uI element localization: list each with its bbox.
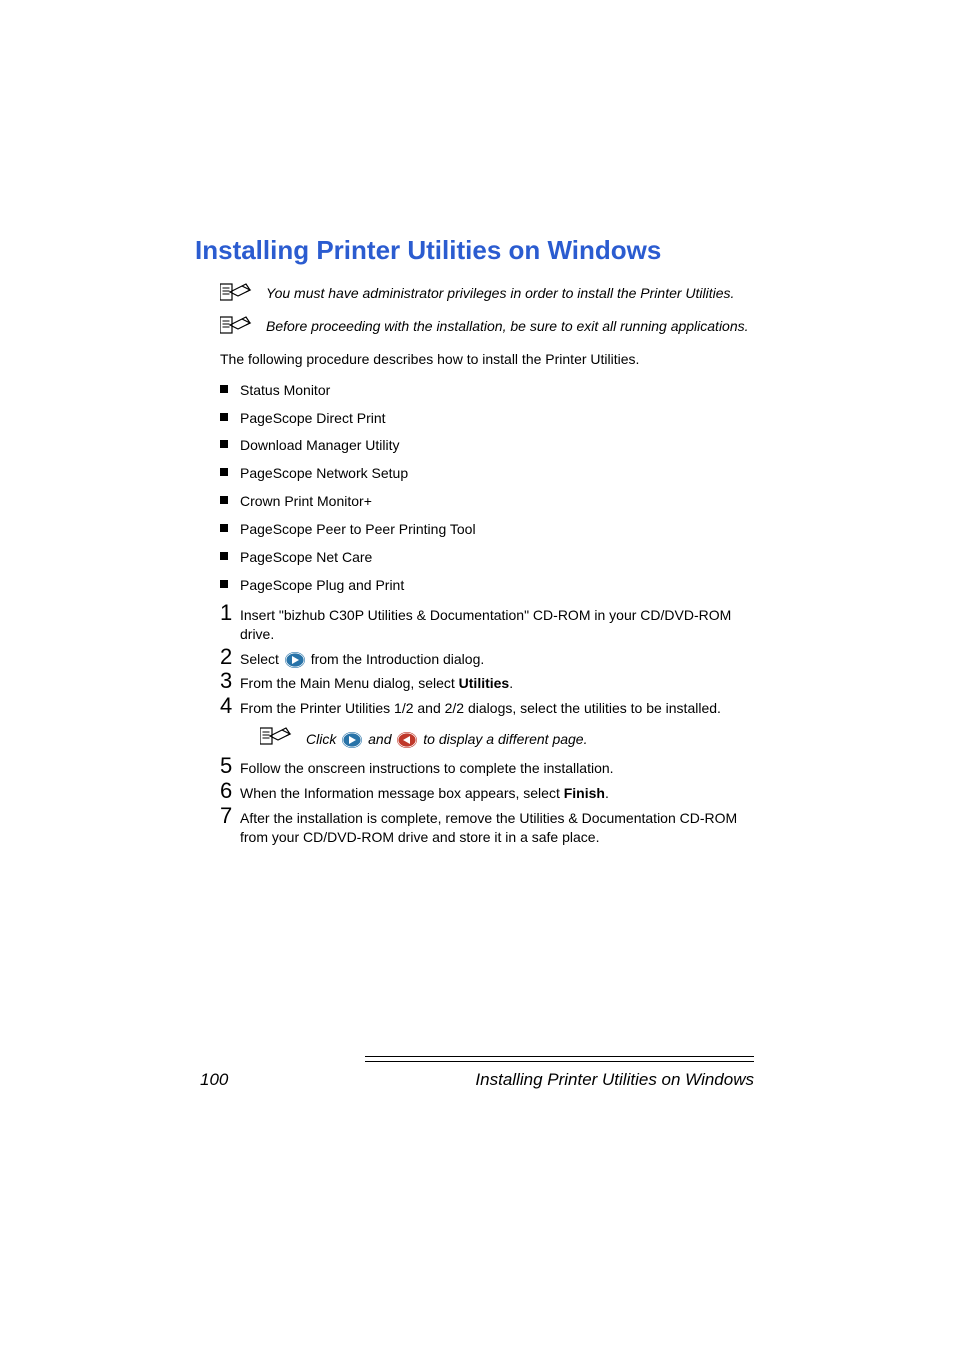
list-item: PageScope Plug and Print bbox=[220, 576, 754, 595]
list-item: Download Manager Utility bbox=[220, 436, 754, 455]
step-text: Follow the onscreen instructions to comp… bbox=[240, 757, 614, 778]
step-text: After the installation is complete, remo… bbox=[240, 807, 754, 847]
step-number: 6 bbox=[220, 780, 240, 802]
step-number: 2 bbox=[220, 646, 240, 668]
note-2: Before proceeding with the installation,… bbox=[220, 317, 754, 336]
steps-list: 1 Insert "bizhub C30P Utilities & Docume… bbox=[220, 604, 754, 847]
page-footer: 100 Installing Printer Utilities on Wind… bbox=[200, 1056, 754, 1090]
list-item: Crown Print Monitor+ bbox=[220, 492, 754, 511]
step-text: From the Printer Utilities 1/2 and 2/2 d… bbox=[240, 697, 721, 718]
utilities-list: Status Monitor PageScope Direct Print Do… bbox=[220, 381, 754, 595]
step-7: 7 After the installation is complete, re… bbox=[220, 807, 754, 847]
step-2: 2 Select from the Introduction dialog. bbox=[220, 648, 754, 669]
step-text: Select from the Introduction dialog. bbox=[240, 648, 484, 669]
page-content: Installing Printer Utilities on Windows … bbox=[0, 0, 954, 847]
step-number: 7 bbox=[220, 805, 240, 827]
step-4-note: Click and to display a different page. bbox=[260, 728, 754, 749]
step-6: 6 When the Information message box appea… bbox=[220, 782, 754, 803]
list-item: PageScope Direct Print bbox=[220, 409, 754, 428]
step-bold: Finish bbox=[564, 785, 605, 801]
step-text: From the Main Menu dialog, select Utilit… bbox=[240, 672, 513, 693]
forward-icon bbox=[285, 650, 305, 668]
page-number: 100 bbox=[200, 1070, 228, 1090]
step-text-part: . bbox=[509, 675, 513, 691]
step-text-part: From the Main Menu dialog, select bbox=[240, 675, 459, 691]
forward-icon bbox=[342, 730, 362, 748]
step-3: 3 From the Main Menu dialog, select Util… bbox=[220, 672, 754, 693]
list-item: PageScope Network Setup bbox=[220, 464, 754, 483]
page-heading: Installing Printer Utilities on Windows bbox=[195, 235, 754, 266]
step-text-part: from the Introduction dialog. bbox=[307, 651, 484, 667]
step-1: 1 Insert "bizhub C30P Utilities & Docume… bbox=[220, 604, 754, 644]
footer-rule bbox=[365, 1056, 754, 1057]
footer-rule bbox=[365, 1061, 754, 1062]
step-number: 3 bbox=[220, 670, 240, 692]
back-icon bbox=[397, 730, 417, 748]
note-part: to display a different page. bbox=[419, 731, 587, 747]
step-4-note-text: Click and to display a different page. bbox=[306, 728, 587, 749]
note-1-text: You must have administrator privileges i… bbox=[266, 284, 734, 303]
step-4: 4 From the Printer Utilities 1/2 and 2/2… bbox=[220, 697, 754, 718]
note-part: and bbox=[364, 731, 395, 747]
list-item: Status Monitor bbox=[220, 381, 754, 400]
description: The following procedure describes how to… bbox=[220, 350, 754, 369]
step-text: Insert "bizhub C30P Utilities & Document… bbox=[240, 604, 754, 644]
step-text-part: . bbox=[605, 785, 609, 801]
note-2-text: Before proceeding with the installation,… bbox=[266, 317, 749, 336]
step-bold: Utilities bbox=[459, 675, 510, 691]
step-text-part: When the Information message box appears… bbox=[240, 785, 564, 801]
step-text: When the Information message box appears… bbox=[240, 782, 609, 803]
footer-line: 100 Installing Printer Utilities on Wind… bbox=[200, 1070, 754, 1090]
note-icon bbox=[260, 726, 294, 746]
step-number: 5 bbox=[220, 755, 240, 777]
note-part: Click bbox=[306, 731, 340, 747]
note-icon bbox=[220, 282, 254, 302]
step-text-part: Select bbox=[240, 651, 283, 667]
note-icon bbox=[220, 315, 254, 335]
list-item: PageScope Net Care bbox=[220, 548, 754, 567]
list-item: PageScope Peer to Peer Printing Tool bbox=[220, 520, 754, 539]
footer-title: Installing Printer Utilities on Windows bbox=[475, 1070, 754, 1090]
note-1: You must have administrator privileges i… bbox=[220, 284, 754, 303]
step-number: 1 bbox=[220, 602, 240, 624]
step-number: 4 bbox=[220, 695, 240, 717]
step-5: 5 Follow the onscreen instructions to co… bbox=[220, 757, 754, 778]
